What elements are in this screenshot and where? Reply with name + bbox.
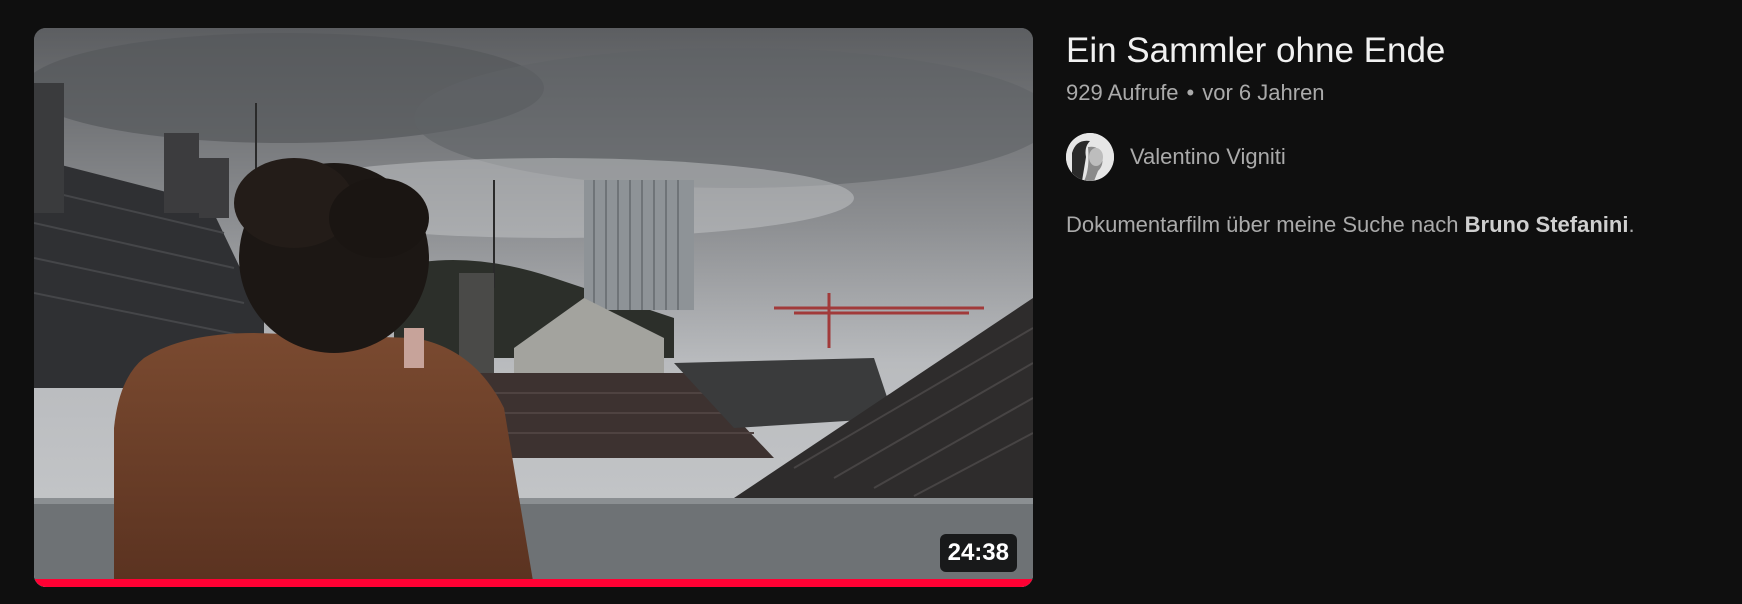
upload-age: vor 6 Jahren <box>1202 80 1325 105</box>
description-highlight: Bruno Stefanini <box>1464 212 1629 237</box>
video-title[interactable]: Ein Sammler ohne Ende <box>1066 28 1706 74</box>
duration-badge: 24:38 <box>939 534 1017 572</box>
video-metadata: 929 Aufrufe • vor 6 Jahren <box>1066 78 1706 108</box>
avatar-image <box>1066 133 1114 181</box>
channel-link[interactable]: Valentino Vigniti <box>1066 133 1706 181</box>
thumbnail-image <box>34 28 1033 587</box>
view-count: 929 Aufrufe <box>1066 80 1179 105</box>
watch-progress-bar <box>34 579 1033 587</box>
video-thumbnail[interactable]: 24:38 <box>34 28 1033 587</box>
video-info: Ein Sammler ohne Ende 929 Aufrufe • vor 6 … <box>1066 28 1706 240</box>
channel-name[interactable]: Valentino Vigniti <box>1130 144 1286 170</box>
video-result-row: 24:38 Ein Sammler ohne Ende 929 Aufrufe •… <box>0 0 1742 604</box>
meta-separator: • <box>1186 80 1195 105</box>
description-suffix: . <box>1628 212 1635 237</box>
watch-progress-fill <box>34 579 1033 587</box>
video-description: Dokumentarfilm über meine Suche nach Bru… <box>1066 210 1706 240</box>
description-text: Dokumentarfilm über meine Suche nach <box>1066 212 1465 237</box>
channel-avatar[interactable] <box>1066 133 1114 181</box>
